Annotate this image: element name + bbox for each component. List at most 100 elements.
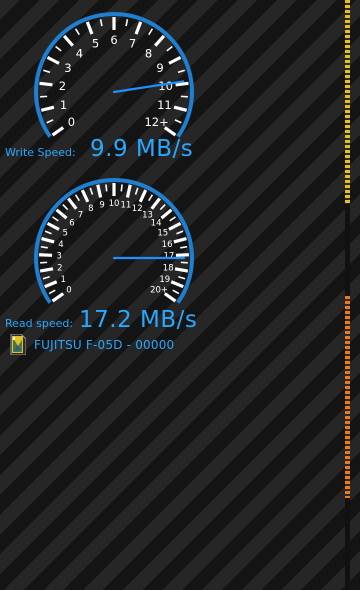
write-major-tick [39,81,53,87]
write-tick-label: 0 [68,115,75,129]
read-major-tick [96,184,103,198]
read-tick-label: 8 [88,204,93,214]
write-minor-tick [166,45,173,52]
read-major-tick [46,221,60,231]
read-minor-tick [176,230,184,235]
read-tick-label: 15 [157,229,168,239]
read-major-tick [173,237,187,244]
scrollbar-thumb-mid[interactable] [345,296,350,498]
write-speed-label: Write Speed: [5,146,76,159]
write-minor-tick [74,28,80,36]
read-tick-label: 12 [132,204,143,214]
read-minor-tick [134,187,139,195]
write-tick-label: 7 [129,37,136,51]
write-tick-label: 8 [145,46,152,60]
write-tick-label: 12+ [144,115,168,129]
read-tick-label: 0 [66,286,71,296]
write-minor-tick [125,19,129,27]
read-minor-tick [120,184,123,192]
read-tick-label: 14 [151,219,162,229]
read-major-tick [150,197,161,210]
read-tick-label: 1 [60,275,65,285]
read-tick-label: 18 [163,264,174,274]
write-minor-tick [55,45,62,52]
read-speed-label: Read speed: [5,317,74,330]
write-tick-label: 11 [157,98,172,112]
device-row[interactable]: FUJITSU F-05D - 00000 [9,334,174,355]
read-major-tick [138,189,148,203]
write-major-tick [85,21,94,35]
read-minor-tick [105,184,108,192]
write-tick-label: 5 [92,37,99,51]
read-minor-tick [42,275,50,280]
read-major-tick [55,208,68,220]
read-tick-label: 7 [78,210,83,220]
read-minor-tick [52,216,59,222]
read-tick-label: 5 [62,229,67,239]
write-tick-label: 2 [59,79,66,93]
scrollbar[interactable] [345,0,350,590]
read-minor-tick [159,203,166,211]
read-speed-gauge: 0 1 2 3 4 5 6 7 8 9 10 11 12 13 14 15 16 17 18 19 20+ [28,172,200,308]
read-tick-label: 2 [57,264,62,274]
write-tick-label: 4 [76,46,83,60]
read-tick-label: 20+ [150,286,168,296]
read-tick-label: 10 [109,199,120,209]
read-major-tick [80,189,90,203]
scrollbar-thumb-top[interactable] [345,0,350,204]
write-major-tick [134,21,143,35]
read-tick-label: 17 [163,252,174,262]
read-major-tick [39,267,54,273]
write-major-tick [173,105,188,112]
read-speed-value: 17.2 MB/s [79,307,198,333]
read-tick-label: 9 [99,200,104,210]
read-minor-tick [48,289,56,295]
read-major-tick [125,184,132,198]
write-major-tick [154,34,166,47]
write-minor-tick [148,28,154,36]
write-major-tick [51,126,65,137]
read-minor-tick [148,194,154,202]
read-minor-tick [180,245,188,249]
read-tick-label: 19 [159,275,170,285]
write-tick-label: 9 [156,61,163,75]
sd-card-icon [10,334,26,355]
read-minor-tick [74,194,80,202]
write-minor-tick [46,119,54,124]
read-major-tick [51,292,65,303]
read-major-tick [41,237,55,244]
read-major-tick [175,253,189,257]
read-minor-tick [89,187,94,195]
device-name: FUJITSU F-05D - 00000 [34,337,175,352]
read-major-tick [170,280,184,289]
write-tick-label: 10 [158,79,173,93]
read-tick-label: 6 [69,219,74,229]
write-speed-gauge: 0 1 2 3 4 5 6 7 8 9 10 11 12+ [28,6,200,142]
read-tick-label: 16 [162,240,173,250]
write-major-tick [40,105,55,112]
write-tick-label: 1 [60,98,67,112]
read-speed-gauge-dial: 012345678 9 10 11 121314151617181920+ [34,178,194,304]
read-minor-tick [178,275,186,280]
write-tick-label: 3 [64,61,71,75]
read-tick-label: 4 [58,240,63,250]
read-minor-tick [172,289,180,295]
write-major-tick [168,55,182,65]
read-minor-tick [62,203,69,211]
read-major-tick [160,208,173,220]
read-major-tick [39,253,53,257]
write-minor-tick [99,19,103,27]
write-minor-tick [177,69,185,74]
write-speed-gauge-dial: 01 2 345 6 789 10 11 12+ [34,12,194,138]
read-minor-tick [44,230,52,235]
read-minor-tick [40,245,48,249]
read-major-tick [44,280,58,289]
write-minor-tick [43,69,51,74]
write-major-tick [62,34,74,47]
read-tick-label: 11 [120,200,131,210]
write-minor-tick [174,119,182,124]
read-major-tick [174,267,189,273]
read-major-tick [67,197,78,210]
read-major-tick [168,221,182,231]
write-speed-value: 9.9 MB/s [90,136,194,162]
